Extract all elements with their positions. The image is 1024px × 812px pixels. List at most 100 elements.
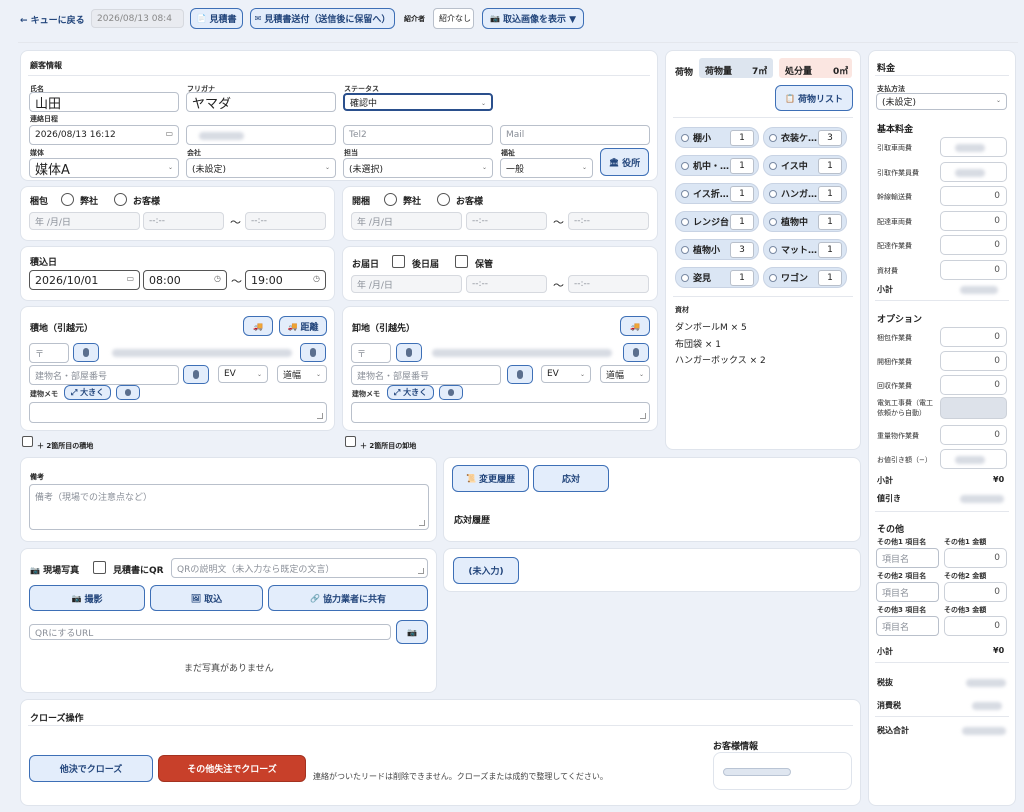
- cargo-item[interactable]: ワゴン 1: [763, 267, 847, 288]
- cargo-item[interactable]: 机中・… 1: [675, 155, 759, 176]
- dest-ev-select[interactable]: EV ⌄: [541, 365, 591, 383]
- loading-date-input[interactable]: 2026/10/01 ▭: [29, 270, 140, 290]
- option-row-input[interactable]: 0: [940, 351, 1007, 371]
- other-name-input[interactable]: 項目名: [876, 582, 939, 602]
- cargo-item[interactable]: 姿見 1: [675, 267, 759, 288]
- origin-building-mic-button[interactable]: [183, 365, 209, 384]
- qr-description-input[interactable]: QRの説明文（未入力なら既定の文言）: [171, 558, 428, 578]
- cargo-item-qty[interactable]: 1: [730, 213, 754, 230]
- cargo-item[interactable]: 植物小 3: [675, 239, 759, 260]
- fee-row-input[interactable]: 0: [940, 235, 1007, 255]
- packing-customer-radio[interactable]: [114, 193, 127, 206]
- origin-building-input[interactable]: 建物名・部屋番号: [29, 365, 179, 385]
- cargo-item-qty[interactable]: 1: [818, 241, 842, 258]
- cargo-item-qty[interactable]: 1: [818, 213, 842, 230]
- name-input[interactable]: 山田: [29, 92, 179, 112]
- origin-address-mic-button[interactable]: [300, 343, 326, 362]
- change-history-button[interactable]: 📜 変更履歴: [452, 465, 529, 492]
- delivery-time-from[interactable]: --:--: [466, 275, 547, 293]
- dest-map-button[interactable]: 🚚: [620, 316, 650, 336]
- dest-zip-input[interactable]: 〒: [351, 343, 391, 363]
- status-select[interactable]: 確認中 ⌄: [343, 93, 493, 111]
- show-image-button[interactable]: 📷 取込画像を表示 ▼: [482, 8, 584, 29]
- origin-map-button[interactable]: 🚚: [243, 316, 273, 336]
- option-row-input[interactable]: 0: [940, 327, 1007, 347]
- origin-zip-mic-button[interactable]: [73, 343, 99, 362]
- option-row-input[interactable]: [940, 449, 1007, 469]
- packing-time-from[interactable]: --:--: [143, 212, 224, 230]
- unentered-button[interactable]: (未入力): [453, 557, 519, 584]
- cargo-item[interactable]: イス中 1: [763, 155, 847, 176]
- dest-second-checkbox[interactable]: [345, 436, 356, 447]
- dest-memo-mic-button[interactable]: [439, 385, 463, 400]
- company-select[interactable]: (未設定) ⌄: [186, 158, 336, 178]
- dest-enlarge-button[interactable]: ⤢ 大きく: [387, 385, 434, 400]
- origin-enlarge-button[interactable]: ⤢ 大きく: [64, 385, 111, 400]
- cargo-item[interactable]: 植物中 1: [763, 211, 847, 232]
- response-button[interactable]: 応対: [533, 465, 609, 492]
- origin-memo-mic-button[interactable]: [116, 385, 140, 400]
- cargo-item-qty[interactable]: 1: [818, 157, 842, 174]
- dest-road-select[interactable]: 道幅 ⌄: [600, 365, 650, 383]
- back-to-queue-link[interactable]: ← キューに戻る: [20, 13, 85, 26]
- other-amount-input[interactable]: 0: [944, 548, 1007, 568]
- dest-memo-textarea[interactable]: [351, 402, 650, 423]
- other-amount-input[interactable]: 0: [944, 616, 1007, 636]
- unpacking-customer-radio[interactable]: [437, 193, 450, 206]
- fee-row-input[interactable]: [940, 137, 1007, 157]
- other-name-input[interactable]: 項目名: [876, 616, 939, 636]
- notes-textarea[interactable]: 備考（現場での注意点など）: [29, 484, 429, 530]
- other-name-input[interactable]: 項目名: [876, 548, 939, 568]
- lost-close-button[interactable]: 他決でクローズ: [29, 755, 153, 782]
- loading-time-from[interactable]: 08:00 ◷: [143, 270, 227, 290]
- cargo-item[interactable]: 棚小 1: [675, 127, 759, 148]
- origin-memo-textarea[interactable]: [29, 402, 327, 423]
- referrer-select[interactable]: 紹介なし: [433, 8, 474, 29]
- fee-row-input[interactable]: 0: [940, 259, 1007, 280]
- other-amount-input[interactable]: 0: [944, 582, 1007, 602]
- option-row-input[interactable]: 0: [940, 375, 1007, 395]
- option-row-input[interactable]: 0: [940, 425, 1007, 445]
- tel1-input[interactable]: [186, 125, 336, 145]
- later-delivery-checkbox[interactable]: [392, 255, 405, 268]
- payment-select[interactable]: (未設定) ⌄: [876, 93, 1007, 110]
- cargo-item-qty[interactable]: 1: [730, 269, 754, 286]
- cargo-item-qty[interactable]: 1: [730, 157, 754, 174]
- distance-button[interactable]: 🚚 距離: [279, 316, 327, 336]
- origin-second-checkbox[interactable]: [22, 436, 33, 447]
- fee-row-input[interactable]: 0: [940, 186, 1007, 206]
- contact-datetime-input[interactable]: 2026/08/13 16:12 ▭: [29, 125, 179, 145]
- unpacking-time-to[interactable]: --:--: [568, 212, 649, 230]
- cargo-item-qty[interactable]: 1: [730, 129, 754, 146]
- delivery-time-to[interactable]: --:--: [568, 275, 649, 293]
- welfare-select[interactable]: 一般 ⌄: [500, 158, 593, 178]
- qr-url-input[interactable]: QRにするURL: [29, 624, 391, 640]
- share-button[interactable]: 🔗 協力業者に共有: [268, 585, 428, 611]
- staff-select[interactable]: (未選択) ⌄: [343, 158, 493, 178]
- shoot-button[interactable]: 📷 撮影: [29, 585, 145, 611]
- storage-checkbox[interactable]: [455, 255, 468, 268]
- cargo-list-button[interactable]: 📋 荷物リスト: [775, 85, 853, 111]
- other-close-button[interactable]: その他失注でクローズ: [158, 755, 306, 782]
- origin-ev-select[interactable]: EV ⌄: [218, 365, 268, 383]
- cargo-item[interactable]: マット… 1: [763, 239, 847, 260]
- delivery-date-input[interactable]: 年 /月/日: [351, 275, 462, 293]
- qr-url-camera-button[interactable]: 📷: [396, 620, 428, 644]
- cargo-item-qty[interactable]: 1: [818, 185, 842, 202]
- estimate-button[interactable]: 📄 見積書: [190, 8, 243, 29]
- origin-road-select[interactable]: 道幅 ⌄: [277, 365, 327, 383]
- packing-date-input[interactable]: 年 /月/日: [29, 212, 140, 230]
- cargo-item-qty[interactable]: 1: [818, 269, 842, 286]
- loading-time-to[interactable]: 19:00 ◷: [245, 270, 326, 290]
- import-button[interactable]: 🖼 取込: [150, 585, 263, 611]
- mail-input[interactable]: Mail: [500, 125, 650, 145]
- media-select[interactable]: 媒体A ⌄: [29, 158, 179, 178]
- origin-zip-input[interactable]: 〒: [29, 343, 69, 363]
- packing-time-to[interactable]: --:--: [245, 212, 326, 230]
- cargo-item[interactable]: レンジ台 1: [675, 211, 759, 232]
- cargo-item[interactable]: 衣装ケ… 3: [763, 127, 847, 148]
- unpacking-date-input[interactable]: 年 /月/日: [351, 212, 462, 230]
- qr-checkbox[interactable]: [93, 561, 106, 574]
- dest-building-mic-button[interactable]: [507, 365, 533, 384]
- cargo-item[interactable]: イス折… 1: [675, 183, 759, 204]
